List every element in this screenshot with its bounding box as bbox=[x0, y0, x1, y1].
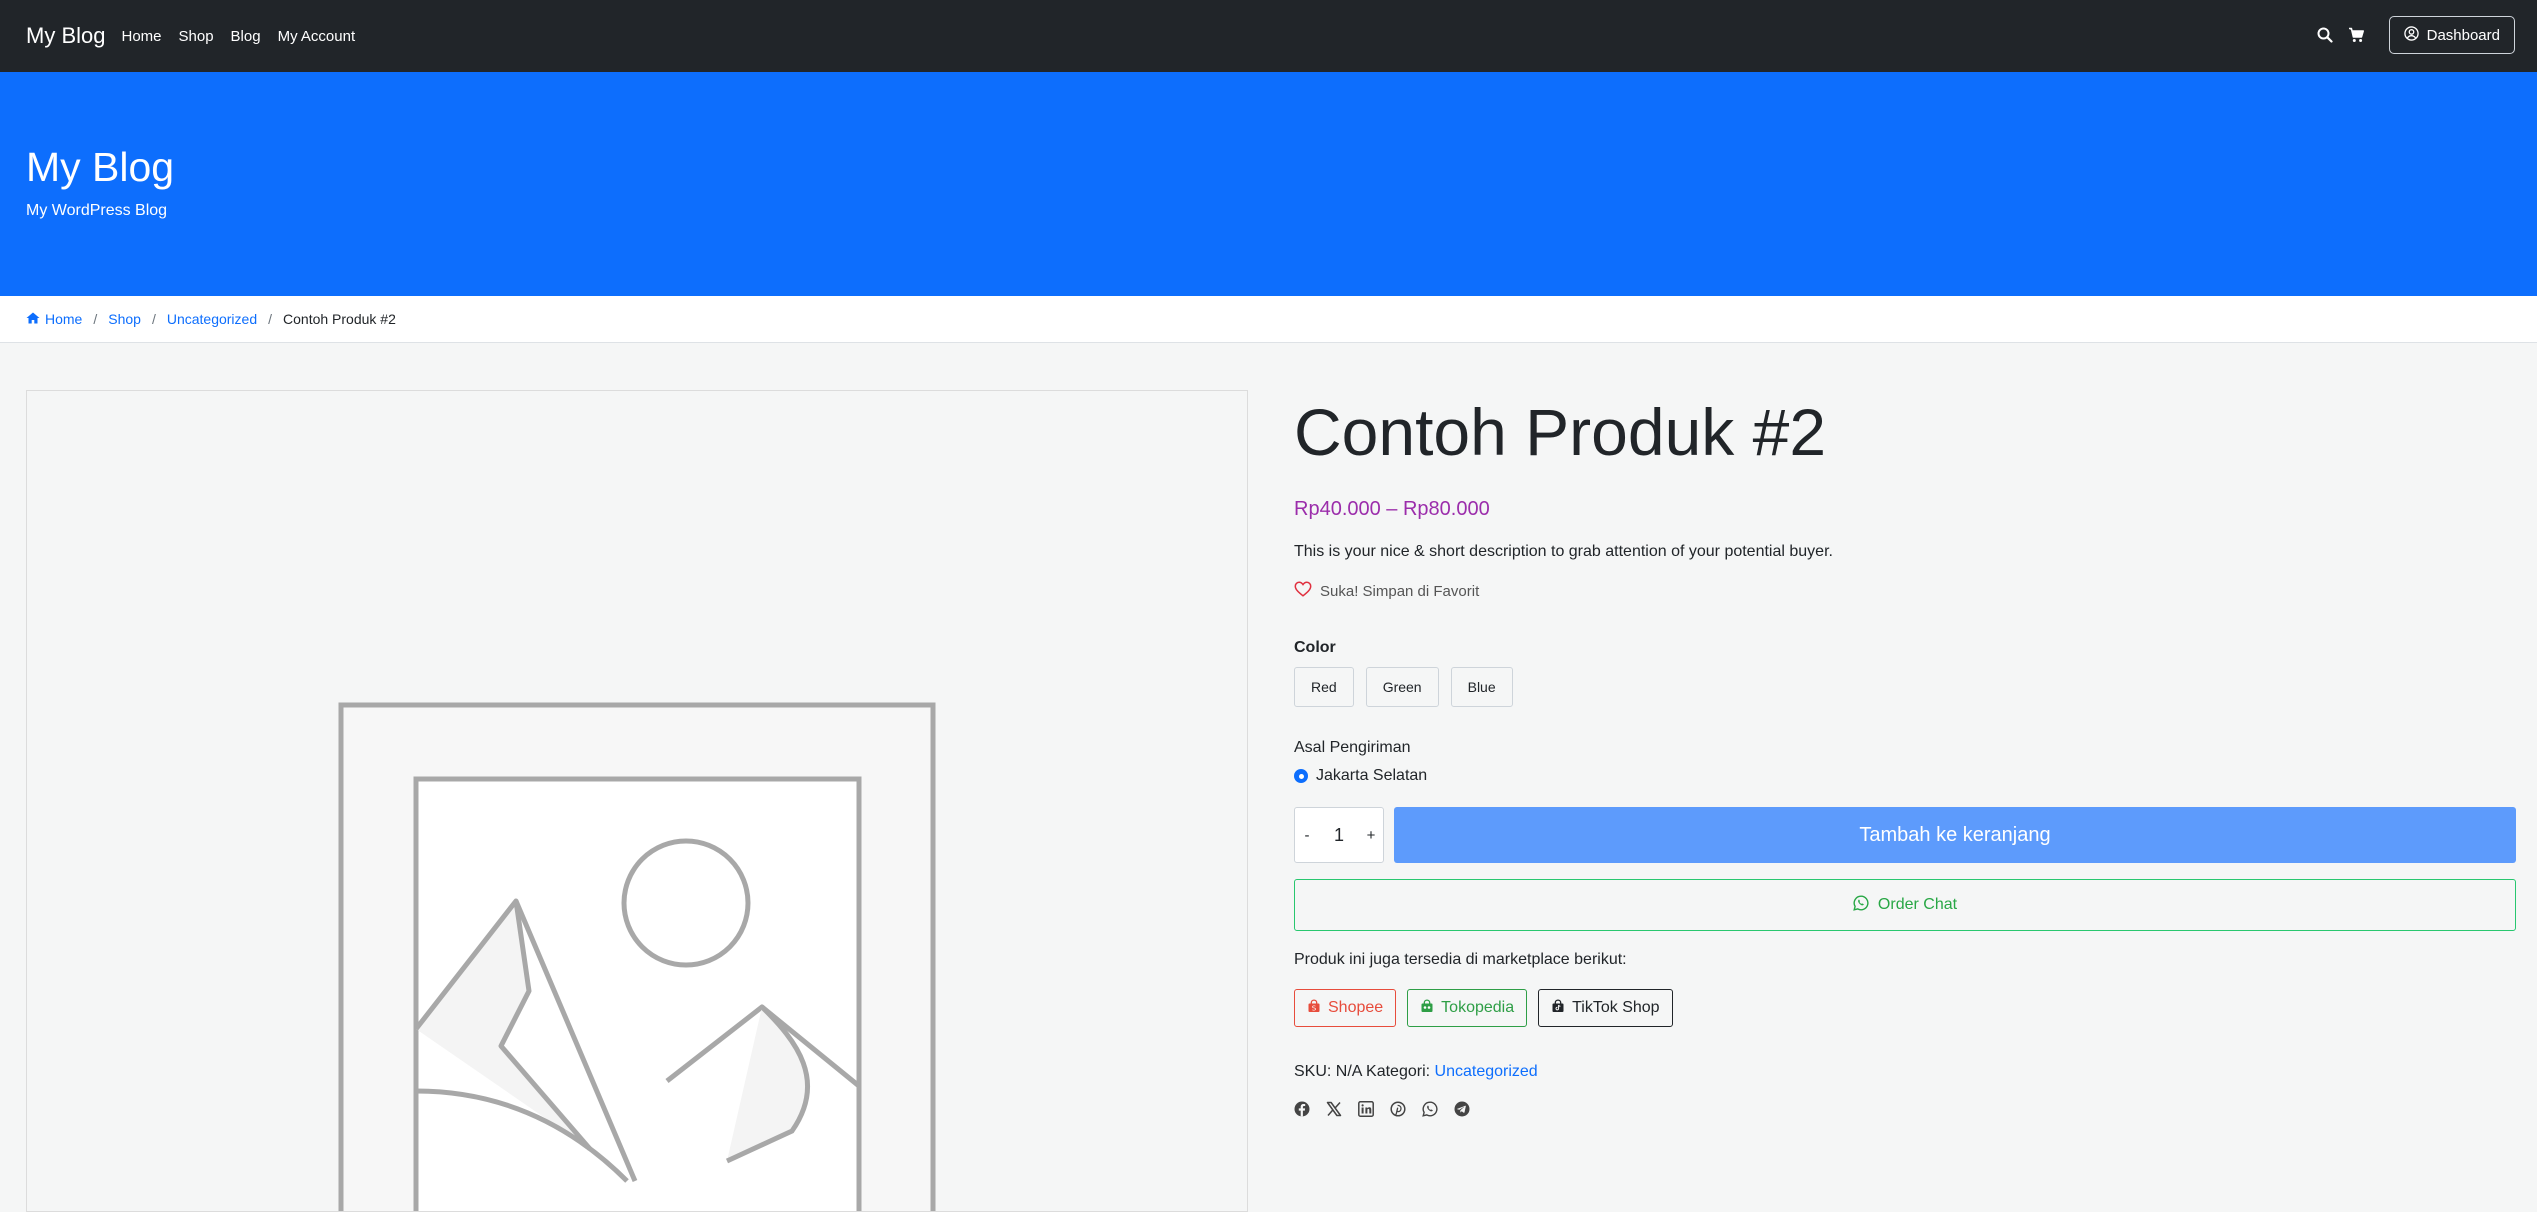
marketplace-buttons: S Shopee Tokopedia TikTok Shop bbox=[1294, 989, 2516, 1027]
quantity-increment-button[interactable]: + bbox=[1359, 827, 1383, 844]
add-to-cart-row: - + Tambah ke keranjang bbox=[1294, 807, 2516, 863]
shipping-origin-option-label: Jakarta Selatan bbox=[1316, 767, 1428, 784]
pinterest-icon[interactable] bbox=[1390, 1101, 1406, 1117]
cart-icon[interactable] bbox=[2345, 23, 2369, 47]
store-bag-icon bbox=[1420, 999, 1434, 1018]
shopping-bag-icon: S bbox=[1307, 999, 1321, 1018]
add-to-cart-button[interactable]: Tambah ke keranjang bbox=[1394, 807, 2516, 863]
order-chat-button[interactable]: Order Chat bbox=[1294, 879, 2516, 931]
heart-icon bbox=[1294, 581, 1312, 601]
color-swatch-green[interactable]: Green bbox=[1365, 667, 1439, 707]
shopee-button[interactable]: S Shopee bbox=[1294, 989, 1397, 1027]
quantity-decrement-button[interactable]: - bbox=[1295, 827, 1319, 844]
breadcrumb-shop[interactable]: Shop bbox=[108, 311, 141, 327]
breadcrumb: Home / Shop / Uncategorized / Contoh Pro… bbox=[26, 311, 396, 327]
dashboard-label: Dashboard bbox=[2426, 26, 2500, 44]
tiktok-shop-label: TikTok Shop bbox=[1572, 999, 1660, 1016]
breadcrumb-home[interactable]: Home bbox=[26, 311, 82, 327]
whatsapp-icon bbox=[1853, 894, 1869, 916]
favorite-label: Suka! Simpan di Favorit bbox=[1320, 582, 1480, 600]
breadcrumb-separator: / bbox=[93, 311, 98, 327]
image-placeholder-icon bbox=[338, 702, 936, 1211]
favorite-button[interactable]: Suka! Simpan di Favorit bbox=[1294, 581, 1479, 601]
color-swatch-red[interactable]: Red bbox=[1294, 667, 1354, 707]
nav-link-blog[interactable]: Blog bbox=[231, 28, 261, 45]
shipping-origin-radio[interactable] bbox=[1294, 769, 1308, 783]
navbar-brand[interactable]: My Blog bbox=[26, 23, 105, 49]
site-tagline: My WordPress Blog bbox=[26, 202, 168, 219]
top-navbar: My Blog Home Shop Blog My Account Dashbo… bbox=[0, 0, 2537, 72]
breadcrumb-category[interactable]: Uncategorized bbox=[167, 311, 257, 327]
search-icon[interactable] bbox=[2313, 23, 2337, 47]
x-icon[interactable] bbox=[1326, 1101, 1342, 1117]
sku-text: SKU: N/A Kategori: bbox=[1294, 1063, 1435, 1080]
quantity-input[interactable] bbox=[1322, 823, 1356, 847]
nav-link-home[interactable]: Home bbox=[121, 28, 161, 45]
breadcrumb-current: Contoh Produk #2 bbox=[283, 311, 396, 327]
tokopedia-button[interactable]: Tokopedia bbox=[1407, 989, 1528, 1027]
breadcrumb-separator: / bbox=[151, 311, 156, 327]
shipping-origin-option: Jakarta Selatan bbox=[1294, 767, 2516, 785]
breadcrumb-home-label: Home bbox=[45, 311, 83, 327]
nav-link-my-account[interactable]: My Account bbox=[278, 28, 356, 45]
whatsapp-share-icon[interactable] bbox=[1422, 1101, 1438, 1117]
nav-link-shop[interactable]: Shop bbox=[179, 28, 214, 45]
product-short-description: This is your nice & short description to… bbox=[1294, 543, 1833, 560]
linkedin-icon[interactable] bbox=[1358, 1101, 1374, 1117]
svg-text:S: S bbox=[1312, 1004, 1317, 1012]
marketplace-label: Produk ini juga tersedia di marketplace … bbox=[1294, 951, 1627, 968]
shopee-label: Shopee bbox=[1328, 999, 1384, 1016]
tiktok-shop-button[interactable]: TikTok Shop bbox=[1538, 989, 1673, 1027]
user-circle-icon bbox=[2403, 25, 2419, 45]
product-title: Contoh Produk #2 bbox=[1294, 395, 1827, 469]
product-summary: Contoh Produk #2 Rp40.000 – Rp80.000 Thi… bbox=[1294, 388, 2516, 1117]
home-icon bbox=[26, 311, 40, 327]
share-icons bbox=[1294, 1101, 2516, 1117]
category-link[interactable]: Uncategorized bbox=[1435, 1063, 1538, 1080]
site-header-banner: My Blog My WordPress Blog bbox=[0, 72, 2537, 296]
site-title: My Blog bbox=[26, 144, 175, 190]
quantity-stepper: - + bbox=[1294, 807, 1384, 863]
tokopedia-label: Tokopedia bbox=[1441, 999, 1515, 1016]
dashboard-button[interactable]: Dashboard bbox=[2388, 16, 2515, 54]
telegram-icon[interactable] bbox=[1454, 1101, 1470, 1117]
breadcrumb-bar: Home / Shop / Uncategorized / Contoh Pro… bbox=[0, 296, 2537, 343]
product-price: Rp40.000 – Rp80.000 bbox=[1294, 498, 1490, 520]
product-meta: SKU: N/A Kategori: Uncategorized bbox=[1294, 1063, 2516, 1081]
product-image[interactable] bbox=[26, 390, 1248, 1212]
shipping-origin-label: Asal Pengiriman bbox=[1294, 739, 1411, 756]
tiktok-bag-icon bbox=[1551, 999, 1565, 1018]
color-swatches: Red Green Blue bbox=[1294, 667, 2516, 707]
color-swatch-blue[interactable]: Blue bbox=[1450, 667, 1513, 707]
facebook-icon[interactable] bbox=[1294, 1101, 1310, 1117]
navbar-actions: Dashboard bbox=[2313, 14, 2515, 56]
color-attribute-label: Color bbox=[1294, 639, 1336, 656]
breadcrumb-separator: / bbox=[268, 311, 273, 327]
order-chat-label: Order Chat bbox=[1877, 896, 1958, 913]
